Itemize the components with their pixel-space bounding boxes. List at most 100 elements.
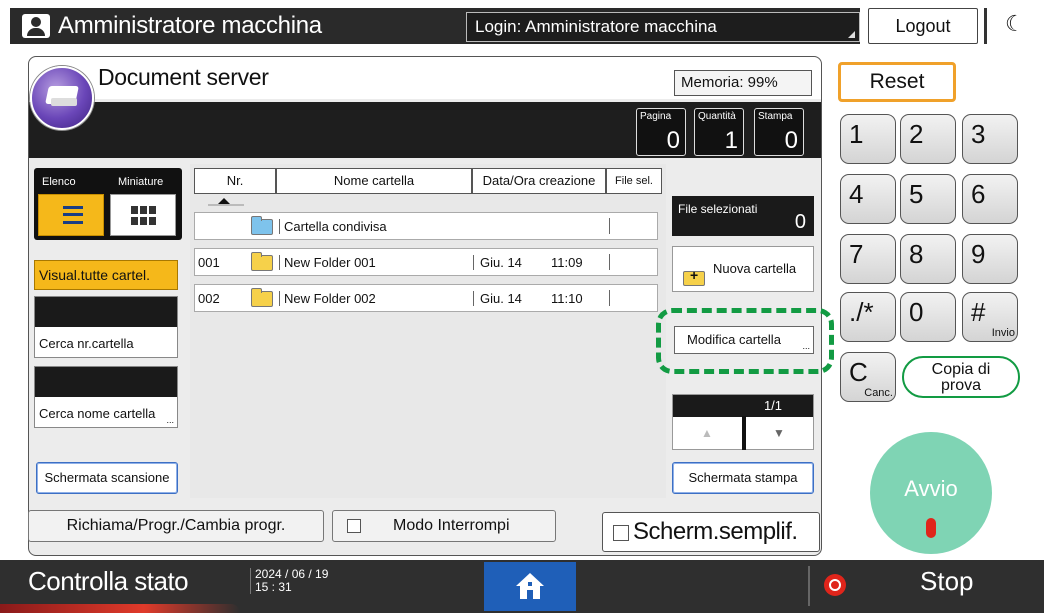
stop-button[interactable]: Stop [920, 566, 974, 597]
home-icon [516, 573, 544, 599]
selected-files-indicator: File selezionati 0 [672, 196, 814, 236]
sort-indicator-line [208, 204, 244, 206]
column-header-file-sel[interactable]: File sel. [606, 168, 662, 194]
proof-copy-label-2: prova [940, 377, 982, 394]
show-all-folders-button[interactable]: Visual.tutte cartel. [34, 260, 178, 290]
counter-value: 1 [724, 127, 738, 154]
key-1[interactable]: 1 [840, 114, 896, 164]
key-label: C [849, 357, 868, 387]
list-icon [63, 206, 83, 224]
shared-folder-icon [251, 216, 273, 235]
folder-icon [251, 252, 273, 271]
user-title: Amministratore macchina [58, 12, 322, 39]
page-up-button[interactable]: ▲ [672, 418, 742, 448]
time: 15 : 31 [255, 580, 292, 594]
key-label: 1 [849, 119, 864, 149]
new-folder-label: Nuova cartella [713, 261, 797, 276]
key-6[interactable]: 6 [962, 174, 1018, 224]
search-folder-number-button[interactable]: Cerca nr.cartella [34, 296, 178, 358]
key-4[interactable]: 4 [840, 174, 896, 224]
folder-time: 11:09 [551, 255, 583, 270]
proof-copy-label-1: Copia di [931, 361, 991, 378]
key-sublabel: Invio [991, 327, 1015, 339]
login-status[interactable]: Login: Amministratore macchina [466, 12, 860, 42]
folder-name: New Folder 002 [279, 291, 376, 306]
page-title: Document server [98, 64, 269, 90]
table-row-shared-folder[interactable]: Cartella condivisa [194, 212, 658, 240]
counter-pagina: Pagina 0 [636, 108, 686, 156]
key-label: 7 [849, 239, 864, 269]
counter-stampa: Stampa 0 [754, 108, 804, 156]
search-number-display [35, 297, 177, 327]
search-name-label: Cerca nome cartella [39, 406, 156, 421]
selected-files-count: 0 [794, 211, 806, 233]
user-icon [22, 14, 50, 38]
interrupt-mode-button[interactable]: Modo Interrompi [332, 510, 556, 542]
interrupt-label: Modo Interrompi [393, 517, 510, 534]
key-2[interactable]: 2 [900, 114, 956, 164]
check-status-button[interactable]: Controlla stato [28, 566, 189, 597]
new-folder-icon [683, 267, 705, 286]
thumbnail-view-button[interactable] [110, 194, 176, 236]
table-row[interactable]: 002 New Folder 002 Giu. 14 11:10 [194, 284, 658, 312]
key-label: 9 [971, 239, 986, 269]
document-server-icon [30, 66, 94, 130]
folder-icon [251, 288, 273, 307]
simplified-label: Scherm.semplif. [633, 518, 798, 545]
new-folder-button[interactable]: Nuova cartella [672, 246, 814, 292]
folder-number: 001 [198, 255, 220, 270]
key-9[interactable]: 9 [962, 234, 1018, 284]
energy-saver-button[interactable]: ☾ [984, 8, 1036, 44]
key-hash-enter[interactable]: # Invio [962, 292, 1018, 342]
key-label: 4 [849, 179, 864, 209]
counter-value: 0 [784, 127, 798, 154]
print-screen-button[interactable]: Schermata stampa [672, 462, 814, 494]
simplified-screen-button[interactable]: Scherm.semplif. [602, 512, 820, 552]
logout-button[interactable]: Logout [868, 8, 978, 44]
search-number-label: Cerca nr.cartella [39, 336, 134, 351]
key-sublabel: Canc. [864, 387, 893, 399]
home-button[interactable] [484, 562, 576, 611]
page-down-button[interactable]: ▼ [746, 418, 812, 448]
interrupt-checkbox [347, 519, 361, 533]
grid-icon [131, 206, 157, 226]
search-folder-name-button[interactable]: Cerca nome cartella ... [34, 366, 178, 428]
key-label: ./* [849, 297, 874, 327]
key-7[interactable]: 7 [840, 234, 896, 284]
memory-indicator: Memoria: 99% [674, 70, 812, 96]
key-0[interactable]: 0 [900, 292, 956, 342]
counter-label: Stampa [758, 111, 793, 122]
reset-button[interactable]: Reset [838, 62, 956, 102]
status-alert-strip [0, 604, 240, 613]
key-3[interactable]: 3 [962, 114, 1018, 164]
moon-icon: ☾ [1005, 11, 1025, 36]
folder-number: 002 [198, 291, 220, 306]
clear-key[interactable]: C Canc. [840, 352, 896, 402]
column-separator [609, 218, 610, 234]
proof-copy-button[interactable]: Copia di prova [902, 356, 1020, 398]
key-dot-star[interactable]: ./* [840, 292, 896, 342]
key-label: 3 [971, 119, 986, 149]
folder-time: 11:10 [551, 291, 583, 306]
key-label: 0 [909, 297, 924, 327]
column-separator [609, 254, 610, 270]
column-separator [609, 290, 610, 306]
scan-screen-button[interactable]: Schermata scansione [36, 462, 178, 494]
edit-folder-button[interactable]: Modifica cartella [674, 326, 814, 359]
counter-quantita: Quantità 1 [694, 108, 744, 156]
column-header-number[interactable]: Nr. [194, 168, 276, 194]
recall-program-button[interactable]: Richiama/Progr./Cambia progr. [28, 510, 324, 542]
folder-date: Giu. 14 [473, 255, 522, 270]
stop-icon [824, 574, 846, 596]
column-header-name[interactable]: Nome cartella [276, 168, 472, 194]
folder-date: Giu. 14 [473, 291, 522, 306]
key-8[interactable]: 8 [900, 234, 956, 284]
column-header-date[interactable]: Data/Ora creazione [472, 168, 606, 194]
counter-value: 0 [666, 127, 680, 154]
key-label: 6 [971, 179, 986, 209]
key-5[interactable]: 5 [900, 174, 956, 224]
table-row[interactable]: 001 New Folder 001 Giu. 14 11:09 [194, 248, 658, 276]
counter-label: Quantità [698, 111, 736, 122]
start-indicator-led [926, 518, 936, 538]
list-view-button[interactable] [38, 194, 104, 236]
